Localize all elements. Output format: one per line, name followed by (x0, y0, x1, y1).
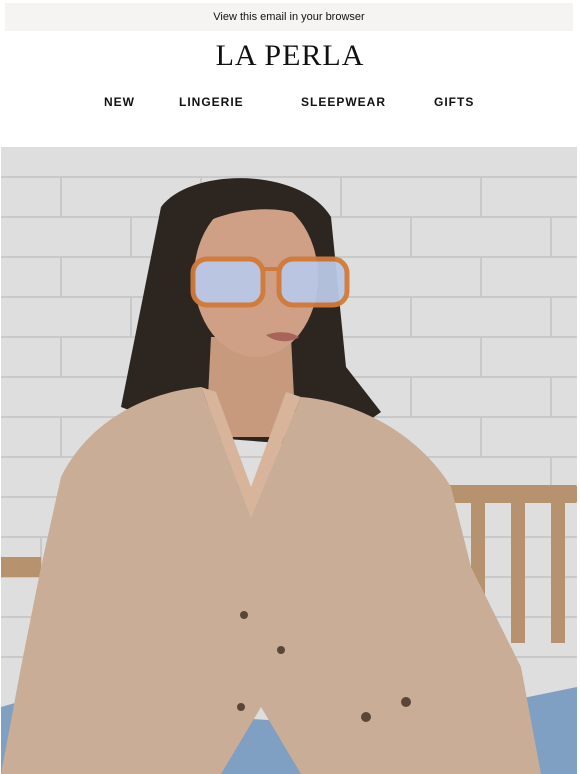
hero-image[interactable] (1, 147, 577, 774)
view-in-browser-link[interactable]: View this email in your browser (213, 11, 364, 23)
nav-item-new[interactable]: NEW (104, 95, 135, 109)
nav-item-lingerie[interactable]: LINGERIE (179, 95, 244, 109)
main-nav: NEW LINGERIE SLEEPWEAR GIFTS (0, 95, 580, 113)
preheader-bar: View this email in your browser (5, 3, 573, 31)
nav-item-gifts[interactable]: GIFTS (434, 95, 474, 109)
brand-logo[interactable]: LA PERLA (0, 38, 580, 74)
nav-item-sleepwear[interactable]: SLEEPWEAR (301, 95, 386, 109)
